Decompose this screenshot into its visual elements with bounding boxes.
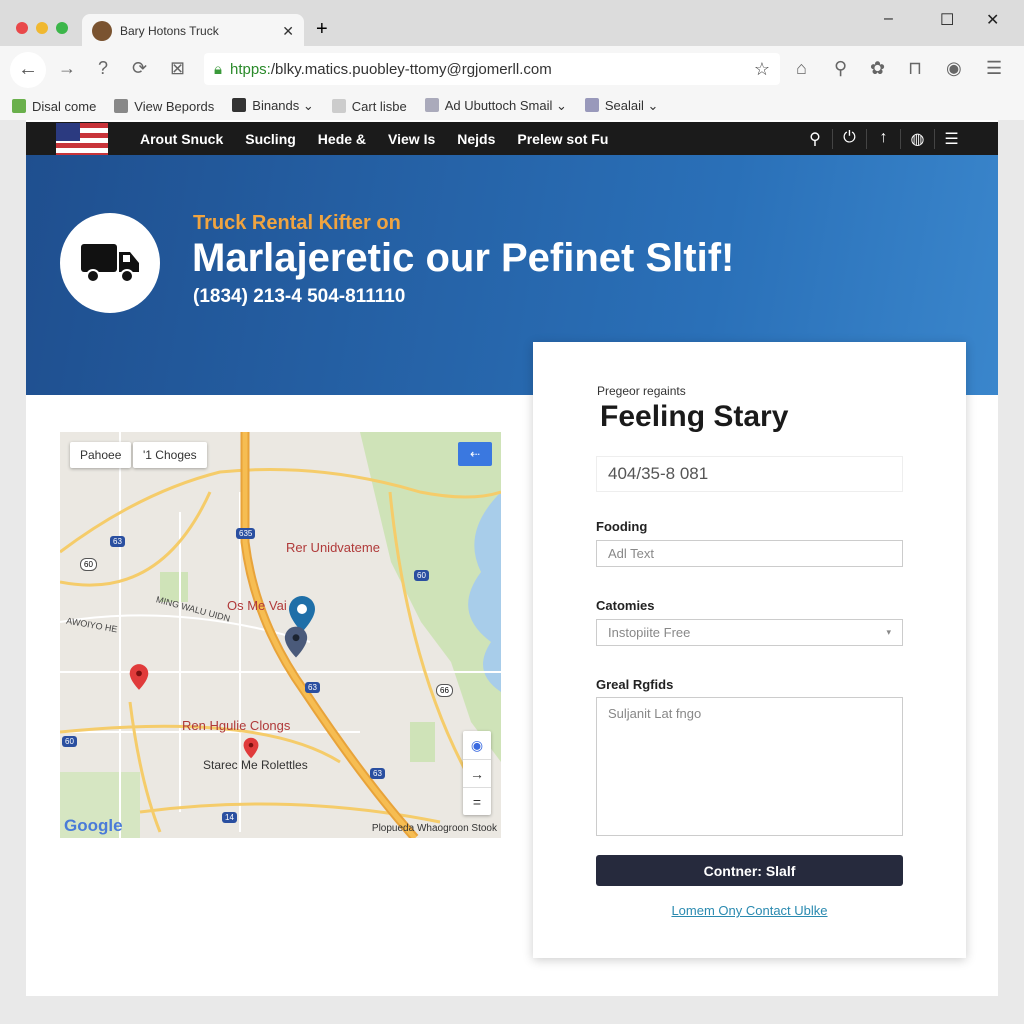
highway-shield: 63 <box>305 682 320 693</box>
equals-icon[interactable]: = <box>463 787 491 815</box>
bookmark-star-icon[interactable]: ☆ <box>754 59 770 80</box>
bookmark-item[interactable]: Cart lisbe <box>331 98 407 114</box>
upload-icon[interactable]: ↑ <box>866 128 900 149</box>
help-icon[interactable]: ? <box>98 58 108 79</box>
text-input[interactable]: Adl Text <box>596 540 903 567</box>
url-scheme: htpps: <box>229 60 271 78</box>
close-tab-icon[interactable]: ✕ <box>282 23 294 40</box>
category-select[interactable]: Instopiite Free ▾ <box>596 619 903 646</box>
bookmark-item[interactable]: Ad Ubuttoch Smail ⌄ <box>424 98 567 114</box>
bookmark-item[interactable]: Disal come <box>12 98 96 114</box>
address-bar[interactable]: 🔒︎ htpps: /blky.matics.puobley-ttomy@rgj… <box>204 53 780 85</box>
bookmarks-bar: Disal come View Bepords Binands ⌄ Cart l… <box>0 92 1024 120</box>
highway-shield: 60 <box>62 736 77 747</box>
site-nav: Arout Snuck Sucling Hede & View Is Nejds… <box>26 122 998 159</box>
google-logo: Google <box>64 816 123 835</box>
map-canvas[interactable] <box>60 432 501 838</box>
route-shield: 60 <box>80 558 97 571</box>
bookmark-icon <box>331 98 346 113</box>
chevron-down-icon: ▾ <box>886 627 891 637</box>
bookmark-icon <box>232 98 247 112</box>
key-icon[interactable]: ⚲ <box>834 58 847 79</box>
hero-phone: (1834) 213-4 504-811110 <box>193 286 406 307</box>
bookmark-icon <box>584 98 599 112</box>
tab-title: Bary Hotons Truck <box>120 24 219 38</box>
arrow-right-icon[interactable]: → <box>463 759 491 787</box>
contact-link[interactable]: Lomem Ony Contact Ublke <box>596 903 903 918</box>
highway-shield: 60 <box>414 570 429 581</box>
location-icon[interactable]: ◉ <box>463 731 491 759</box>
minimize-icon[interactable]: – <box>884 10 893 28</box>
nav-link[interactable]: Nejds <box>457 131 495 147</box>
minimize-window-dot[interactable] <box>36 22 48 34</box>
route-shield: 66 <box>436 684 453 697</box>
highway-shield: 63 <box>110 536 125 547</box>
map-pin-dark-icon[interactable] <box>284 624 308 660</box>
message-textarea[interactable]: Suljanit Lat fngo <box>596 697 903 836</box>
menu-icon[interactable]: ☰ <box>986 58 1002 79</box>
favicon-icon <box>92 21 112 41</box>
bookmark-icon <box>12 98 26 113</box>
nav-link[interactable]: View Is <box>388 131 435 147</box>
power-icon[interactable]: ⏻ <box>832 128 866 149</box>
nav-link[interactable]: Arout Snuck <box>140 131 223 147</box>
hero-title: Marlajeretic our Pefinet Sltif! <box>192 236 735 280</box>
submit-button[interactable]: Contner: Slalf <box>596 855 903 886</box>
maximize-window-dot[interactable] <box>56 22 68 34</box>
map-label: Rer Unidvateme <box>286 540 380 555</box>
globe-icon[interactable]: ◍ <box>900 128 934 149</box>
truck-logo <box>60 213 160 313</box>
new-tab-icon[interactable]: + <box>316 18 328 41</box>
field2-label: Catomies <box>596 598 655 613</box>
directions-icon[interactable]: ⇠ <box>458 442 492 466</box>
stop-icon[interactable]: ⊠ <box>170 58 185 79</box>
home-icon[interactable]: ⌂ <box>796 58 807 79</box>
maximize-icon[interactable]: ☐ <box>940 10 954 30</box>
bookmark-item[interactable]: Binands ⌄ <box>232 98 314 114</box>
close-window-dot[interactable] <box>16 22 28 34</box>
truck-icon <box>81 244 139 283</box>
map-pin-red-icon[interactable] <box>243 737 259 759</box>
nav-link[interactable]: Prelew sot Fu <box>517 131 608 147</box>
bookmark-icon <box>114 98 129 113</box>
phone-field[interactable]: 404/35-8 081 <box>596 456 903 492</box>
lock-extension-icon[interactable]: ⊓ <box>908 58 922 79</box>
highway-shield: 63 <box>370 768 385 779</box>
highway-shield: 14 <box>222 812 237 823</box>
field3-label: Greal Rgfids <box>596 677 674 692</box>
list-icon[interactable]: ☰ <box>934 128 968 149</box>
bookmark-item[interactable]: View Bepords <box>114 98 214 114</box>
form-eyebrow: Pregeor regaints <box>597 384 686 398</box>
form-title: Feeling Stary <box>600 400 789 433</box>
reload-icon[interactable]: ⟳ <box>132 58 147 79</box>
search-icon[interactable]: ⚲ <box>798 129 832 149</box>
nav-link[interactable]: Hede & <box>318 131 366 147</box>
select-value: Instopiite Free <box>608 625 691 640</box>
map[interactable]: Pahoee '1 Choges ⇠ Rer Unidvateme Os Me … <box>60 432 501 838</box>
map-type-button[interactable]: Pahoee <box>70 442 132 468</box>
map-attribution: Plopueda Whaogroon Stook <box>371 823 497 834</box>
back-icon[interactable]: ← <box>10 52 46 88</box>
map-label: Starec Me Rolettles <box>203 758 308 772</box>
close-icon[interactable]: ✕ <box>986 10 999 30</box>
highway-shield: 635 <box>236 528 256 539</box>
map-changes-button[interactable]: '1 Choges <box>133 442 207 468</box>
hero-kicker: Truck Rental Kifter on <box>193 212 401 234</box>
lock-icon: 🔒︎ <box>214 60 222 78</box>
map-label: Ren Hgulie Clongs <box>182 718 291 733</box>
field1-label: Fooding <box>596 519 648 534</box>
browser-tab[interactable]: Bary Hotons Truck ✕ <box>82 14 304 48</box>
nav-link[interactable]: Sucling <box>245 131 296 147</box>
bookmark-item[interactable]: Sealail ⌄ <box>584 98 658 114</box>
profile-icon[interactable]: ◉ <box>946 58 962 79</box>
bookmark-icon <box>424 98 439 112</box>
extension-icon[interactable]: ✿ <box>870 58 885 79</box>
map-controls: ◉ → = <box>463 731 491 815</box>
us-flag-icon[interactable] <box>56 122 108 159</box>
map-label: Os Me Vai <box>227 598 287 613</box>
map-pin-red-icon[interactable] <box>129 662 149 692</box>
url-text: /blky.matics.puobley-ttomy@rgjomerll.com <box>270 60 552 78</box>
forward-icon[interactable]: → <box>58 58 76 79</box>
